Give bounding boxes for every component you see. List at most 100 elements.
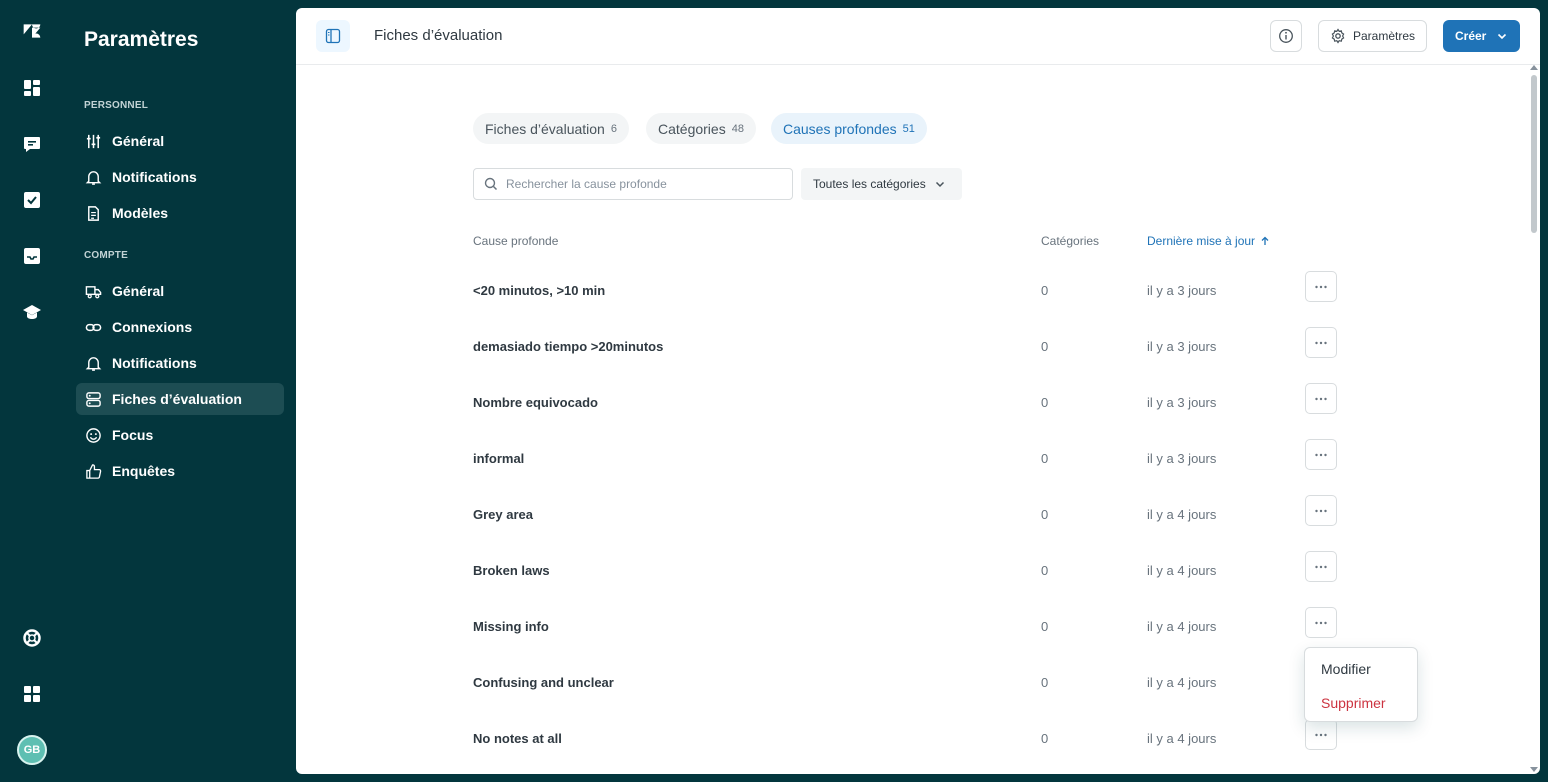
sidebar-item-surveys[interactable]: Enquêtes [76,455,284,487]
bell-icon [84,168,102,186]
table-row[interactable]: demasiado tiempo >20minutos 0 il y a 3 j… [473,327,1353,383]
sidebar-item-label: Fiches d’évaluation [112,391,242,407]
settings-button[interactable]: Paramètres [1318,20,1427,52]
category-count: 0 [1041,339,1049,354]
category-count: 0 [1041,731,1049,746]
category-count: 0 [1041,619,1049,634]
more-options-button[interactable] [1305,551,1337,582]
table-row[interactable]: informal 0 il y a 3 jours [473,439,1353,495]
gear-icon [1331,28,1345,44]
sidebar-item-focus[interactable]: Focus [76,419,284,451]
sidebar-item-connections[interactable]: Connexions [76,311,284,343]
help-icon[interactable] [20,626,44,650]
create-button[interactable]: Créer [1443,20,1520,52]
table-row[interactable]: Nombre equivocado 0 il y a 3 jours [473,383,1353,439]
scroll-up-arrow[interactable] [1530,65,1538,70]
sidebar-item-label: Enquêtes [112,463,176,479]
avatar[interactable]: GB [17,735,47,765]
tab-count: 51 [902,122,915,135]
column-header-last-updated[interactable]: Dernière mise à jour [1147,234,1270,248]
bell-icon [84,354,102,372]
table-row[interactable]: Confusing and unclear 0 il y a 4 jours [473,663,1353,719]
table-row[interactable]: Missing info 0 il y a 4 jours [473,607,1353,663]
sidebar-title: Paramètres [84,28,199,51]
last-updated: il y a 4 jours [1147,675,1217,690]
root-cause-name: informal [473,451,525,466]
root-cause-name: Broken laws [473,563,550,578]
tab-scorecards[interactable]: Fiches d’évaluation 6 [473,113,629,144]
sort-ascending-icon [1261,236,1269,245]
coaching-icon[interactable] [20,300,44,324]
page-title: Fiches d’évaluation [374,27,503,44]
more-options-button[interactable] [1305,327,1337,358]
settings-button-label: Paramètres [1353,29,1416,43]
category-filter-dropdown[interactable]: Toutes les catégories [801,168,962,200]
table-row[interactable]: <20 minutos, >10 min 0 il y a 3 jours [473,271,1353,327]
inbox-icon[interactable] [20,244,44,268]
sidebar-item-personal-general[interactable]: Général [76,125,284,157]
tab-categories[interactable]: Catégories 48 [646,113,756,144]
tab-label: Causes profondes [783,120,897,137]
sidebar-item-account-general[interactable]: Général [76,275,284,307]
sidebar-item-label: Général [112,133,165,149]
conversations-icon[interactable] [20,132,44,156]
sidebar-toggle-button[interactable] [316,20,350,52]
last-updated: il y a 4 jours [1147,507,1217,522]
more-horizontal-icon [1315,621,1327,624]
more-options-button[interactable] [1305,439,1337,470]
root-cause-name: Missing info [473,619,549,634]
table-row[interactable]: Grey area 0 il y a 4 jours [473,495,1353,551]
menu-item-delete[interactable]: Supprimer [1321,695,1386,711]
sliders-icon [84,132,102,150]
main-panel: Fiches d’évaluation Paramètres Créer Fic… [296,8,1540,774]
category-count: 0 [1041,675,1049,690]
more-options-button[interactable] [1305,383,1337,414]
more-options-button[interactable] [1305,607,1337,638]
create-button-label: Créer [1455,29,1487,43]
last-updated: il y a 3 jours [1147,451,1217,466]
tab-label: Catégories [658,120,726,137]
table-row[interactable]: No notes at all 0 il y a 4 jours [473,719,1353,774]
category-count: 0 [1041,507,1049,522]
apps-icon[interactable] [20,682,44,706]
info-button[interactable] [1270,20,1302,52]
sidebar-panel-icon [325,28,341,44]
tab-label: Fiches d’évaluation [485,120,605,137]
menu-item-edit[interactable]: Modifier [1321,661,1371,677]
column-header-label: Dernière mise à jour [1147,234,1256,248]
settings-sidebar: Paramètres PERSONNEL Général Notificatio… [64,0,296,782]
link-icon [84,318,102,336]
more-options-button[interactable] [1305,271,1337,302]
search-input[interactable] [506,177,776,191]
sidebar-item-templates[interactable]: Modèles [76,197,284,229]
row-actions-menu: Modifier Supprimer [1304,647,1418,722]
category-count: 0 [1041,563,1049,578]
column-header-root-cause[interactable]: Cause profonde [473,234,558,248]
sidebar-item-label: Général [112,283,165,299]
scroll-down-arrow[interactable] [1530,767,1538,772]
last-updated: il y a 3 jours [1147,395,1217,410]
thumbs-up-icon [84,462,102,480]
scorecard-icon [84,390,102,408]
sidebar-item-personal-notifications[interactable]: Notifications [76,161,284,193]
section-label-personnel: PERSONNEL [84,100,149,111]
table-row[interactable]: Broken laws 0 il y a 4 jours [473,551,1353,607]
sidebar-item-scorecards[interactable]: Fiches d’évaluation [76,383,284,415]
last-updated: il y a 3 jours [1147,339,1217,354]
zendesk-logo-icon[interactable] [20,19,44,43]
sidebar-item-account-notifications[interactable]: Notifications [76,347,284,379]
more-horizontal-icon [1315,733,1327,736]
icon-rail: GB [0,0,64,782]
vertical-scrollbar[interactable] [1528,65,1540,774]
reviews-icon[interactable] [20,188,44,212]
more-options-button[interactable] [1305,719,1337,750]
dashboard-icon[interactable] [20,76,44,100]
more-options-button[interactable] [1305,495,1337,526]
sidebar-item-label: Notifications [112,355,197,371]
smiley-icon [84,426,102,444]
scroll-thumb[interactable] [1531,75,1537,233]
root-cause-name: Nombre equivocado [473,395,598,410]
column-header-categories[interactable]: Catégories [1041,234,1099,248]
tab-count: 48 [731,122,744,135]
tab-root-causes[interactable]: Causes profondes 51 [771,113,927,144]
